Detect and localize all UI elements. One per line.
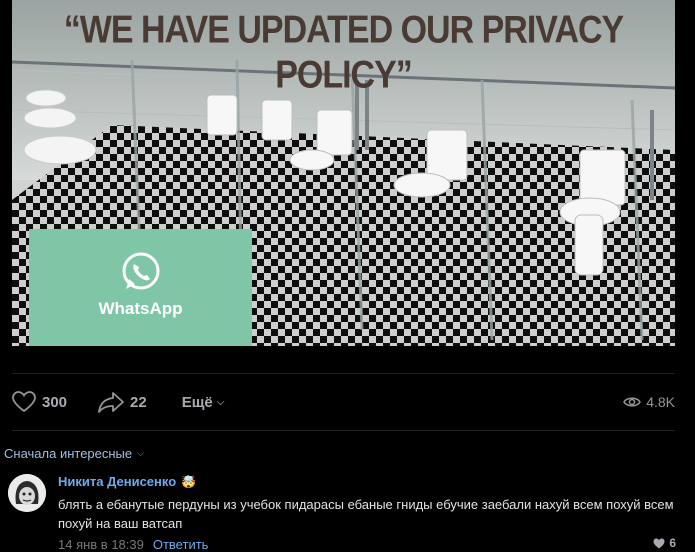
divider bbox=[12, 430, 675, 431]
like-button[interactable]: 300 bbox=[12, 391, 67, 413]
chevron-down-icon: ⌵ bbox=[216, 396, 225, 408]
comment-text: блять а ебанутые пердуны из учебок пидар… bbox=[58, 497, 674, 531]
comment-item: Никита Денисенко 🤯 блять а ебанутые перд… bbox=[8, 474, 688, 552]
comment-sort-label: Сначала интересные bbox=[4, 446, 133, 461]
whatsapp-label: WhatsApp bbox=[98, 299, 183, 318]
post-actions: 300 22 Ещё ⌵ 4.8K bbox=[12, 386, 675, 418]
comment-author[interactable]: Никита Денисенко 🤯 bbox=[58, 474, 688, 489]
comment-sort-dropdown[interactable]: Сначала интересные ⌵ bbox=[4, 446, 144, 461]
views-counter: 4.8K bbox=[623, 394, 675, 410]
heart-icon bbox=[12, 391, 36, 413]
comment-author-name: Никита Денисенко bbox=[58, 474, 177, 489]
more-button[interactable]: Ещё ⌵ bbox=[182, 394, 225, 411]
like-count: 300 bbox=[42, 393, 68, 411]
comment-timestamp[interactable]: 14 янв в 18:39 bbox=[58, 537, 144, 552]
meme-caption: “WE HAVE UPDATED OUR PRIVACY POLICY” bbox=[63, 8, 624, 97]
share-icon bbox=[98, 392, 124, 413]
avatar-image bbox=[8, 474, 46, 512]
post-image[interactable]: “WE HAVE UPDATED OUR PRIVACY POLICY” Wha… bbox=[12, 0, 675, 346]
heart-icon bbox=[653, 538, 665, 548]
whatsapp-logo-panel: WhatsApp bbox=[29, 229, 252, 346]
emoji-badge-icon: 🤯 bbox=[181, 474, 197, 489]
share-count: 22 bbox=[130, 393, 147, 411]
eye-icon bbox=[623, 397, 642, 407]
comment-like-count: 6 bbox=[669, 536, 676, 550]
comment-like-button[interactable]: 6 bbox=[653, 536, 676, 550]
views-count: 4.8K bbox=[646, 394, 675, 410]
reply-button[interactable]: Ответить bbox=[153, 537, 209, 552]
share-button[interactable]: 22 bbox=[97, 391, 147, 413]
more-label: Ещё bbox=[181, 393, 213, 411]
whatsapp-icon bbox=[122, 252, 159, 290]
avatar[interactable] bbox=[8, 474, 46, 512]
chevron-down-icon: ⌵ bbox=[137, 448, 144, 458]
divider bbox=[12, 373, 675, 374]
